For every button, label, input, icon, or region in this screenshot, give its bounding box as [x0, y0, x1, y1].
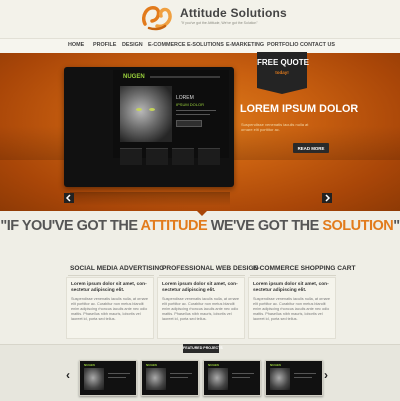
column-body: Suspendisse venenatis iaculis nulla, at … — [162, 297, 240, 321]
screen-footer-column — [120, 148, 142, 165]
screen-text-line — [176, 114, 210, 115]
column-title-e-commerce[interactable]: E-COMMERCE SHOPPING CART — [253, 265, 356, 272]
featured-prev-arrow-icon[interactable]: ‹ — [66, 368, 70, 382]
thumbnail-logo: NUGEN — [208, 363, 219, 367]
project-thumbnail[interactable]: NUGEN — [79, 360, 137, 396]
slogan-prefix: "IF YOU'VE GOT THE — [0, 218, 141, 234]
thumbnail-text-line — [170, 373, 192, 374]
hero-title: LOREM IPSUM DOLOR — [240, 103, 359, 115]
screen-headline: LOREM — [176, 95, 194, 101]
thumbnail-text-line — [232, 377, 250, 378]
thumbnail-text-line — [294, 377, 312, 378]
slogan-word-solution: SOLUTION — [322, 218, 394, 234]
nav-item-contact-us[interactable]: CONTACT US — [300, 42, 335, 48]
slider-next-button[interactable] — [322, 193, 332, 203]
free-quote-subtitle[interactable]: today! — [257, 70, 307, 75]
slogan-suffix: " — [393, 218, 400, 234]
screen-text-line — [176, 110, 216, 111]
screen-button — [176, 120, 202, 127]
thumbnail-logo: NUGEN — [146, 363, 157, 367]
slogan: "IF YOU'VE GOT THE ATTITUDE WE'VE GOT TH… — [0, 218, 400, 234]
column-divider — [68, 275, 154, 276]
thumbnail-text-line — [294, 373, 316, 374]
attitude-logo-icon[interactable] — [139, 2, 175, 32]
nav-item-e-solutions[interactable]: E-SOLUTIONS — [187, 42, 224, 48]
thumbnail-logo: NUGEN — [270, 363, 281, 367]
slogan-word-attitude: ATTITUDE — [140, 218, 208, 234]
screen-footer-column — [146, 148, 168, 165]
device-reflection — [70, 192, 230, 206]
thumbnail-cat-image — [208, 368, 228, 390]
cat-image — [120, 86, 172, 142]
project-thumbnail[interactable]: NUGEN — [203, 360, 261, 396]
nav-item-profile[interactable]: PROFILE — [93, 42, 116, 48]
screen-nav-bar — [150, 76, 220, 78]
free-quote-title[interactable]: FREE QUOTE — [257, 58, 309, 67]
cat-eye-left — [136, 108, 142, 111]
column-body: Suspendisse venenatis iaculis nulla, at … — [253, 297, 331, 321]
nav-item-design[interactable]: DESIGN — [122, 42, 143, 48]
screen-footer — [118, 148, 222, 170]
screen-footer-column — [198, 148, 220, 165]
nav-item-e-marketing[interactable]: E-MARKETING — [226, 42, 264, 48]
chevron-right-icon — [325, 194, 331, 202]
thumbnail-cat-image — [270, 368, 290, 390]
thumbnail-cat-image — [146, 368, 166, 390]
brand-name[interactable]: Attitude Solutions — [180, 6, 287, 20]
slider-prev-button[interactable] — [64, 193, 74, 203]
thumbnail-text-line — [108, 377, 126, 378]
chevron-left-icon — [65, 194, 71, 202]
column-divider — [159, 275, 245, 276]
thumbnail-cat-image — [84, 368, 104, 390]
featured-next-arrow-icon[interactable]: › — [324, 368, 328, 382]
cat-eye-right — [149, 108, 155, 111]
screen-logo: NUGEN — [123, 74, 145, 80]
read-more-label[interactable]: READ MORE — [293, 146, 329, 151]
thumbnail-text-line — [232, 373, 254, 374]
slogan-middle: WE'VE GOT THE — [207, 218, 323, 234]
badge-notch — [257, 88, 307, 94]
screen-subheadline: IPSUM DOLOR — [176, 102, 205, 107]
screen-footer-column — [172, 148, 194, 165]
featured-projects-label: FEATURED PROJECTS — [183, 346, 223, 350]
column-body: Suspendisse venenatis iaculis nulla, at … — [71, 297, 149, 321]
thumbnail-text-line — [108, 373, 130, 374]
project-thumbnail[interactable]: NUGEN — [141, 360, 199, 396]
thumbnail-text-line — [170, 377, 188, 378]
thumbnail-logo: NUGEN — [84, 363, 95, 367]
hero-description: Suspendisse venenatis iaculis nulla at o… — [241, 122, 309, 132]
column-title-web-design[interactable]: PROFESSIONAL WEB DESIGN — [162, 265, 258, 272]
column-heading: Lorem ipsum dolor sit amet, con-sectetur… — [162, 282, 238, 293]
slogan-pointer — [196, 210, 208, 216]
project-thumbnail[interactable]: NUGEN — [265, 360, 323, 396]
column-title-social-media[interactable]: SOCIAL MEDIA ADVERTISING — [70, 265, 164, 272]
main-nav: HOME PROFILE DESIGN E-COMMERCE E-SOLUTIO… — [0, 38, 400, 54]
nav-item-e-commerce[interactable]: E-COMMERCE — [148, 42, 185, 48]
nav-item-home[interactable]: HOME — [68, 42, 84, 48]
column-heading: Lorem ipsum dolor sit amet, con-sectetur… — [253, 282, 329, 293]
brand-tagline: "If you've got the Attitude, We've got t… — [181, 21, 258, 25]
column-divider — [250, 275, 336, 276]
column-heading: Lorem ipsum dolor sit amet, con-sectetur… — [71, 282, 147, 293]
nav-item-portfolio[interactable]: PORTFOLIO — [267, 42, 298, 48]
